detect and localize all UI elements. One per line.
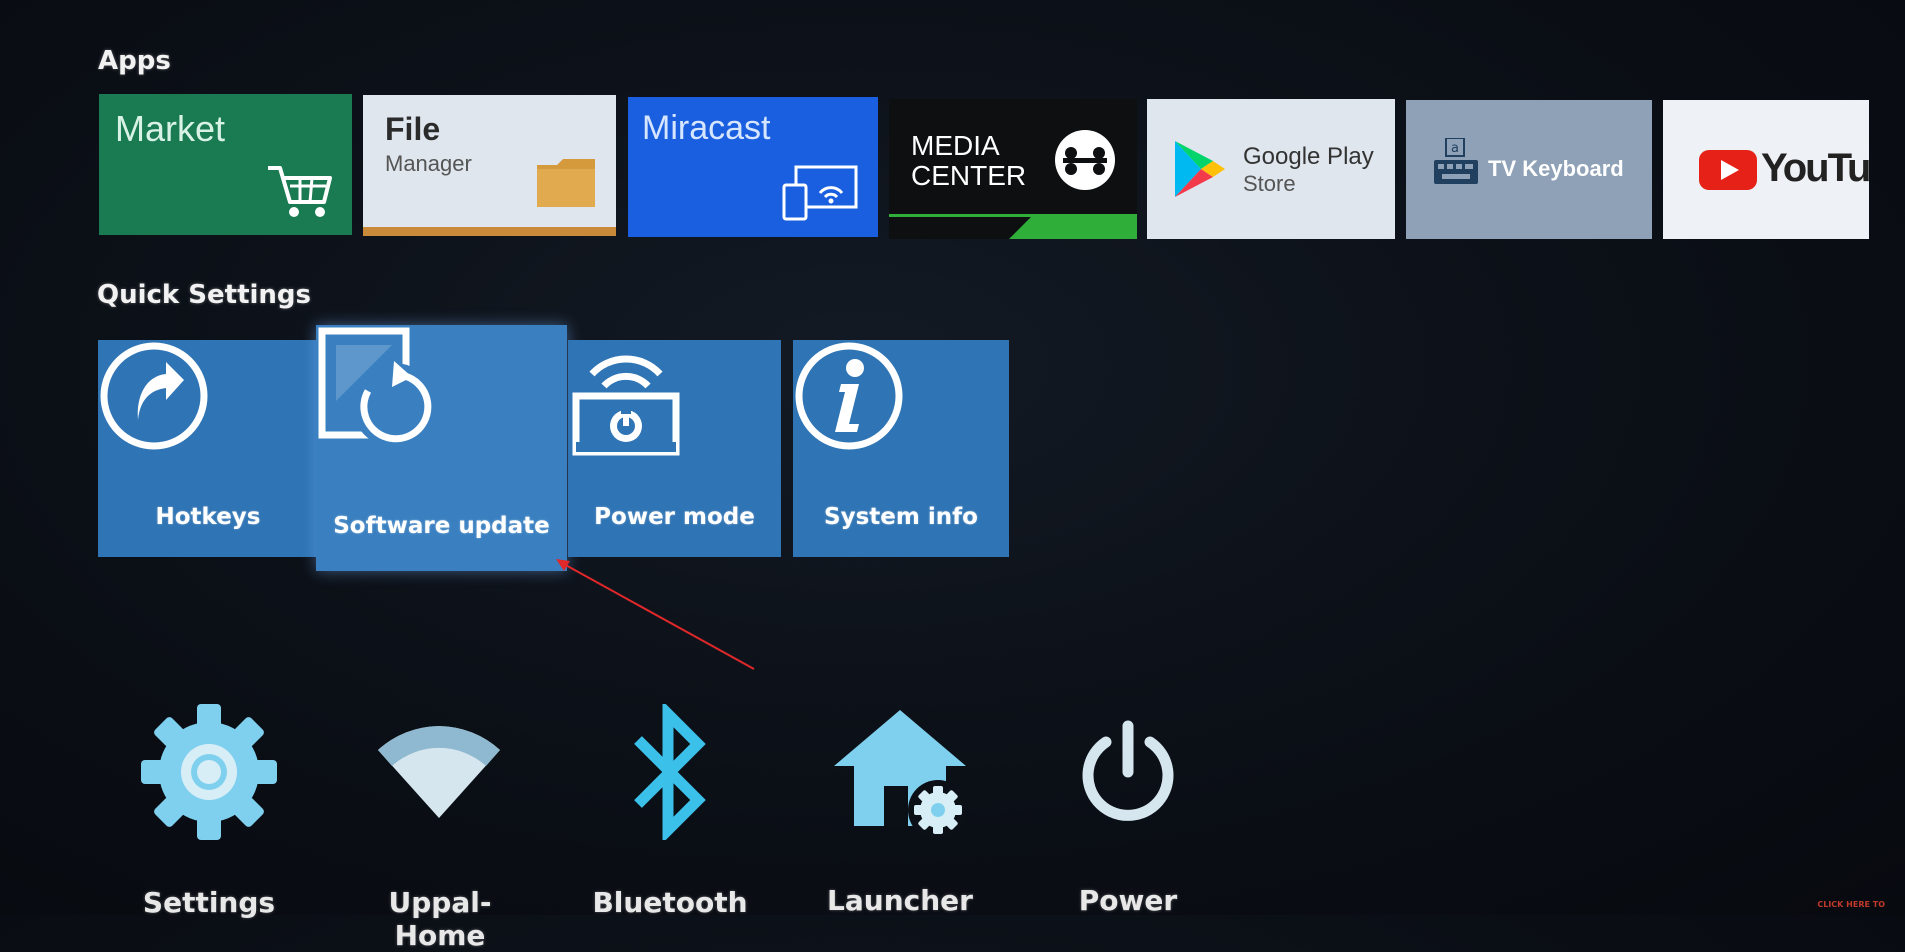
quick-setting-software-update[interactable]: Software update — [316, 325, 567, 571]
bottom-item-settings[interactable]: Settings — [119, 700, 299, 919]
bottom-item-launcher[interactable]: Launcher — [810, 700, 990, 917]
app-tile-youtube[interactable]: YouTube — [1663, 100, 1869, 239]
quick-settings-section-title: Quick Settings — [97, 280, 312, 310]
app-tile-file-manager[interactable]: File Manager — [363, 95, 616, 236]
bluetooth-label: Bluetooth — [592, 886, 748, 919]
cart-icon — [268, 166, 332, 217]
quick-setting-system-info[interactable]: System info — [793, 340, 1009, 557]
file-manager-line2: Manager — [385, 151, 472, 176]
power-mode-icon — [572, 355, 680, 456]
bottom-item-wifi[interactable]: Uppal-Home — [350, 700, 530, 952]
settings-label: Settings — [142, 886, 276, 919]
tv-keyboard-label: TV Keyboard — [1488, 156, 1624, 181]
quick-setting-hotkeys[interactable]: Hotkeys — [98, 340, 318, 557]
folder-icon — [537, 159, 595, 207]
app-tile-market[interactable]: Market — [99, 94, 352, 235]
info-icon — [795, 342, 903, 450]
media-center-line1: MEDIA — [911, 130, 1000, 161]
youtube-icon — [1699, 150, 1757, 190]
google-play-line1: Google Play — [1243, 143, 1374, 170]
media-center-line2: CENTER — [911, 160, 1027, 191]
bluetooth-icon — [634, 704, 706, 840]
miracast-label: Miracast — [642, 109, 771, 147]
system-info-label: System info — [824, 504, 978, 530]
hotkeys-label: Hotkeys — [155, 504, 261, 530]
file-manager-bottom-bar — [363, 227, 616, 236]
app-tile-miracast[interactable]: Miracast — [628, 97, 878, 237]
market-label: Market — [115, 108, 226, 149]
app-tile-google-play-store[interactable]: Google Play Store — [1147, 99, 1395, 239]
annotation-arrow — [556, 559, 755, 670]
play-store-icon — [1175, 141, 1225, 197]
app-tile-media-center[interactable]: MEDIA CENTER — [889, 99, 1137, 239]
cast-icon — [782, 165, 858, 221]
software-update-label: Software update — [333, 513, 550, 539]
hotkey-arrow-icon — [100, 342, 208, 450]
apps-section-title: Apps — [98, 46, 171, 76]
google-play-line2: Store — [1243, 171, 1296, 196]
power-mode-label: Power mode — [594, 504, 755, 530]
app-tile-tv-keyboard[interactable]: a TV Keyboard — [1406, 100, 1652, 239]
wifi-label: Uppal-Home — [388, 886, 492, 952]
gear-icon — [141, 704, 277, 840]
power-icon — [1082, 720, 1174, 821]
click-here-hint[interactable]: CLICK HERE TO — [1817, 900, 1885, 909]
svg-text:a: a — [1451, 141, 1459, 156]
quick-setting-power-mode[interactable]: Power mode — [568, 340, 781, 557]
media-center-icon — [1055, 130, 1115, 190]
file-manager-line1: File — [385, 111, 441, 147]
youtube-label: YouTube — [1761, 146, 1869, 190]
bottom-item-power[interactable]: Power — [1038, 700, 1218, 917]
keyboard-icon: a — [1434, 138, 1478, 184]
update-icon — [318, 327, 436, 447]
media-center-green-stripe — [1009, 217, 1137, 239]
bottom-item-bluetooth[interactable]: Bluetooth — [580, 700, 760, 919]
wifi-icon — [378, 726, 500, 818]
launcher-label: Launcher — [827, 884, 973, 917]
power-label: Power — [1078, 884, 1178, 917]
launcher-home-icon — [834, 710, 968, 840]
